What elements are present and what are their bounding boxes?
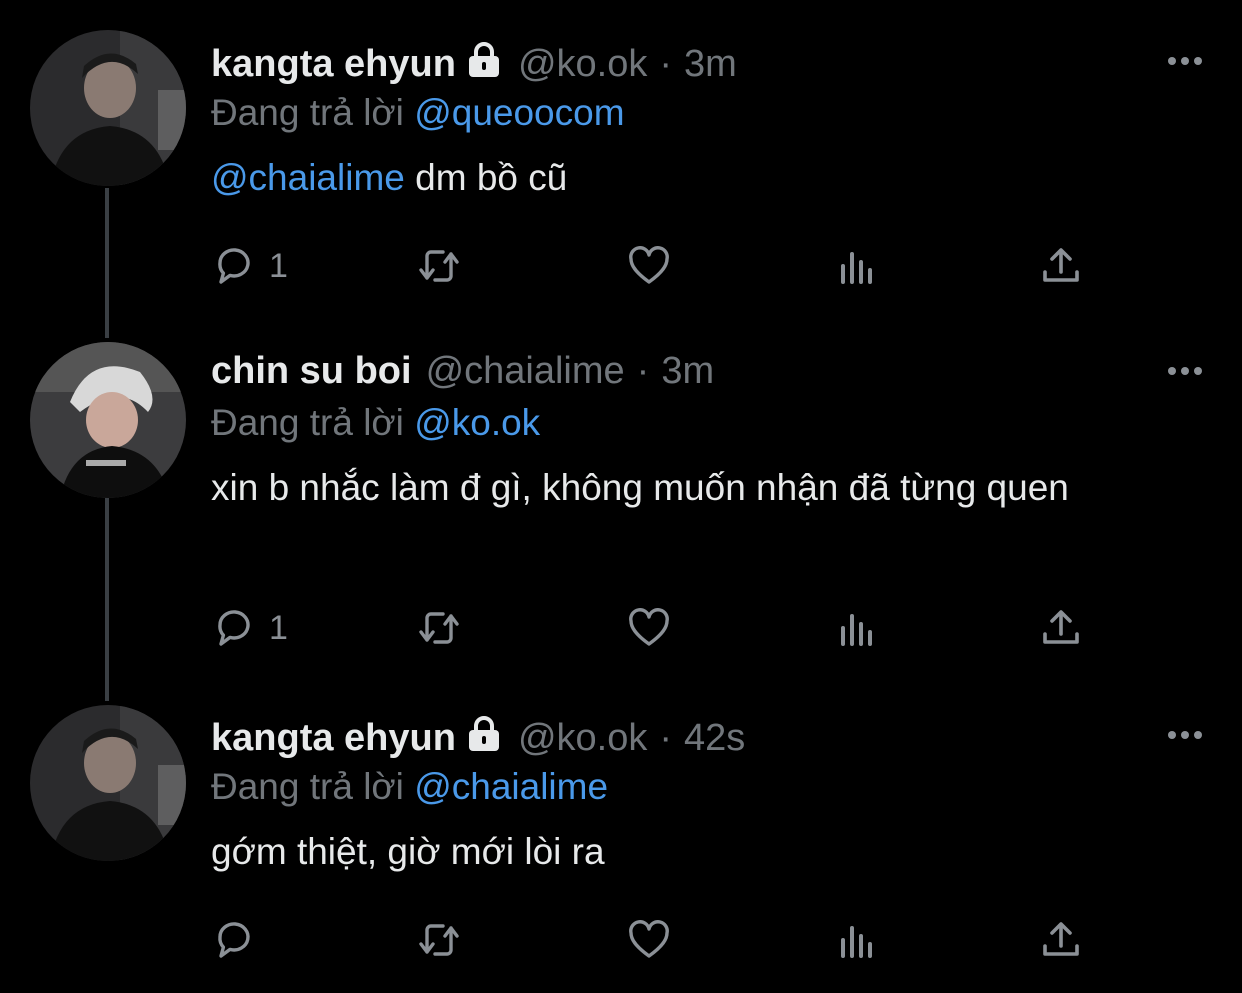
retweet-icon — [419, 924, 459, 956]
reply-button[interactable] — [211, 912, 269, 968]
reply-button[interactable]: 1 — [211, 600, 288, 656]
share-button[interactable] — [1037, 912, 1085, 968]
reply-icon — [218, 248, 250, 284]
handle[interactable]: @ko.ok — [518, 717, 647, 760]
separator: · — [636, 350, 650, 392]
display-name[interactable]: chin su boi — [211, 350, 412, 393]
retweet-icon — [419, 612, 459, 644]
like-icon — [629, 246, 669, 284]
avatar[interactable] — [30, 342, 186, 498]
separator: · — [659, 43, 673, 85]
reply-icon — [218, 922, 250, 958]
reply-prefix: Đang trả lời — [211, 766, 404, 807]
text-mention[interactable]: @chaialime — [211, 157, 405, 198]
more-icon[interactable] — [1158, 720, 1212, 750]
timestamp[interactable]: 42s — [684, 717, 745, 760]
share-icon — [1043, 248, 1079, 282]
reply-to-mention[interactable]: @chaialime — [414, 766, 608, 807]
retweet-button[interactable] — [415, 600, 463, 656]
replying-to: Đang trả lời @chaialime — [211, 766, 1212, 810]
reply-button[interactable]: 1 — [211, 238, 288, 294]
tweet[interactable]: kangta ehyun @ko.ok · 3m Đang trả lời @q… — [0, 0, 1242, 330]
timestamp[interactable]: 3m — [661, 350, 714, 393]
share-button[interactable] — [1037, 238, 1085, 294]
reply-prefix: Đang trả lời — [211, 402, 404, 443]
views-button[interactable] — [833, 238, 881, 294]
reply-to-mention[interactable]: @ko.ok — [414, 402, 540, 443]
tweet[interactable]: kangta ehyun @ko.ok · 42s Đang trả lời @… — [0, 700, 1242, 993]
lock-icon — [464, 716, 504, 762]
avatar[interactable] — [30, 705, 186, 861]
like-button[interactable] — [625, 238, 673, 294]
views-icon — [841, 252, 872, 284]
like-button[interactable] — [625, 600, 673, 656]
action-bar: 1 — [211, 600, 1091, 656]
action-bar: 1 — [211, 238, 1091, 294]
reply-prefix: Đang trả lời — [211, 92, 404, 133]
text-body: dm bồ cũ — [404, 157, 568, 198]
tweet[interactable]: chin su boi @chaialime · 3m Đang trả lời… — [0, 330, 1242, 700]
avatar[interactable] — [30, 30, 186, 186]
timestamp[interactable]: 3m — [684, 43, 737, 86]
tweet-text: gớm thiệt, giờ mới lòi ra — [211, 831, 605, 872]
reply-count: 1 — [269, 246, 288, 285]
retweet-button[interactable] — [415, 238, 463, 294]
like-button[interactable] — [625, 912, 673, 968]
tweet-text: xin b nhắc làm đ gì, không muốn nhận đã … — [211, 467, 1069, 508]
share-icon — [1043, 922, 1079, 956]
reply-icon — [218, 610, 250, 646]
tweet-text: @chaialime dm bồ cũ — [211, 152, 1212, 203]
handle[interactable]: @ko.ok — [518, 43, 647, 86]
lock-icon — [464, 42, 504, 88]
separator: · — [659, 717, 673, 759]
share-button[interactable] — [1037, 600, 1085, 656]
more-icon[interactable] — [1158, 356, 1212, 386]
reply-to-mention[interactable]: @queoocom — [414, 92, 624, 133]
views-button[interactable] — [833, 600, 881, 656]
reply-count: 1 — [269, 608, 288, 647]
like-icon — [629, 920, 669, 958]
views-icon — [841, 926, 872, 958]
views-icon — [841, 614, 872, 646]
replying-to: Đang trả lời @ko.ok — [211, 402, 1212, 446]
replying-to: Đang trả lời @queoocom — [211, 92, 1212, 136]
views-button[interactable] — [833, 912, 881, 968]
more-icon[interactable] — [1158, 46, 1212, 76]
share-icon — [1043, 610, 1079, 644]
like-icon — [629, 608, 669, 646]
retweet-icon — [419, 250, 459, 282]
display-name[interactable]: kangta ehyun — [211, 717, 456, 760]
action-bar — [211, 912, 1091, 968]
display-name[interactable]: kangta ehyun — [211, 43, 456, 86]
handle[interactable]: @chaialime — [426, 350, 625, 393]
retweet-button[interactable] — [415, 912, 463, 968]
